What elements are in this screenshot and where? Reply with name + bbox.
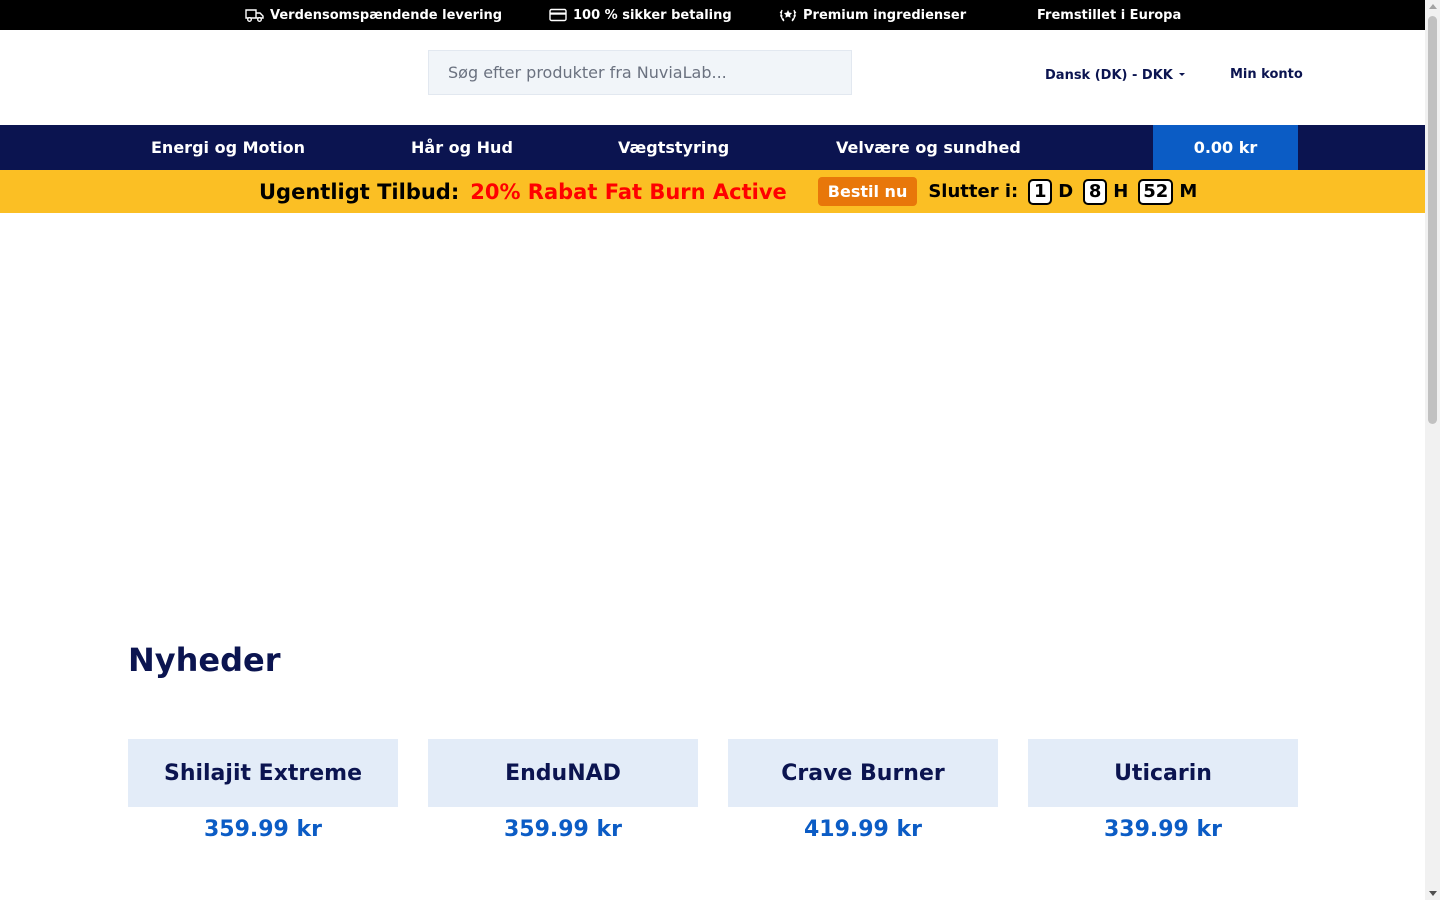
usp-made-in-europe: Fremstillet i Europa (1037, 0, 1181, 30)
product-name: Uticarin (1028, 739, 1298, 807)
usp-label: 100 % sikker betaling (573, 7, 732, 23)
category-nav: Energi og Motion Hår og Hud Vægtstyring … (0, 125, 1425, 170)
usp-label: Fremstillet i Europa (1037, 7, 1182, 23)
offer-text[interactable]: 20% Rabat Fat Burn Active (470, 180, 787, 204)
ends-in-label: Slutter i: (928, 181, 1019, 202)
product-name: EnduNAD (428, 739, 698, 807)
search-input[interactable] (428, 50, 852, 95)
weekly-offer-bar: Ugentligt Tilbud: 20% Rabat Fat Burn Act… (0, 170, 1425, 213)
usp-label: Premium ingredienser (803, 7, 967, 23)
top-info-bar: Verdensomspændende levering 100 % sikker… (0, 0, 1425, 30)
cart-total: 0.00 kr (1193, 138, 1258, 157)
laurel-icon (779, 7, 797, 23)
nav-item-energy-exercise[interactable]: Energi og Motion (151, 125, 305, 170)
product-price: 419.99 kr (803, 817, 923, 842)
countdown-hours: 8 (1083, 178, 1108, 205)
cart-button[interactable]: 0.00 kr (1153, 125, 1298, 170)
countdown-days: 1 (1028, 178, 1053, 205)
nav-item-wellness-health[interactable]: Velvære og sundhed (836, 125, 1021, 170)
countdown-hours-unit: H (1113, 181, 1129, 202)
product-price: 339.99 kr (1103, 817, 1223, 842)
product-name: Shilajit Extreme (128, 739, 398, 807)
usp-worldwide-delivery: Verdensomspændende levering (245, 0, 502, 30)
product-card[interactable]: Uticarin 339.99 kr (1028, 739, 1298, 842)
product-name: Crave Burner (728, 739, 998, 807)
product-card[interactable]: Crave Burner 419.99 kr (728, 739, 998, 842)
countdown-days-unit: D (1058, 181, 1074, 202)
vertical-scrollbar[interactable] (1425, 0, 1440, 900)
product-price: 359.99 kr (203, 817, 323, 842)
language-currency-label: Dansk (DK) - DKK (1045, 67, 1173, 83)
usp-label: Verdensomspændende levering (270, 7, 503, 23)
product-card[interactable]: Shilajit Extreme 359.99 kr (128, 739, 398, 842)
language-currency-selector[interactable]: Dansk (DK) - DKK (1045, 66, 1185, 84)
scroll-down-arrow-icon[interactable] (1429, 891, 1437, 896)
product-price: 359.99 kr (503, 817, 623, 842)
my-account-link[interactable]: Min konto (1230, 66, 1303, 84)
nav-item-hair-skin[interactable]: Hår og Hud (411, 125, 513, 170)
scrollbar-thumb[interactable] (1428, 16, 1437, 424)
truck-icon (245, 8, 264, 22)
offer-label: Ugentligt Tilbud: (259, 179, 460, 204)
product-card[interactable]: EnduNAD 359.99 kr (428, 739, 698, 842)
usp-premium-ingredients: Premium ingredienser (779, 0, 966, 30)
section-title-new-arrivals: Nyheder (128, 641, 281, 679)
order-now-button[interactable]: Bestil nu (817, 177, 918, 206)
credit-card-icon (549, 8, 567, 22)
scroll-up-arrow-icon[interactable] (1429, 4, 1437, 9)
countdown-minutes: 52 (1138, 178, 1174, 205)
nav-item-weight-management[interactable]: Vægtstyring (618, 125, 729, 170)
usp-secure-payment: 100 % sikker betaling (549, 0, 732, 30)
page: Verdensomspændende levering 100 % sikker… (0, 0, 1425, 900)
countdown-minutes-unit: M (1179, 181, 1198, 202)
caret-down-icon (1178, 72, 1185, 76)
